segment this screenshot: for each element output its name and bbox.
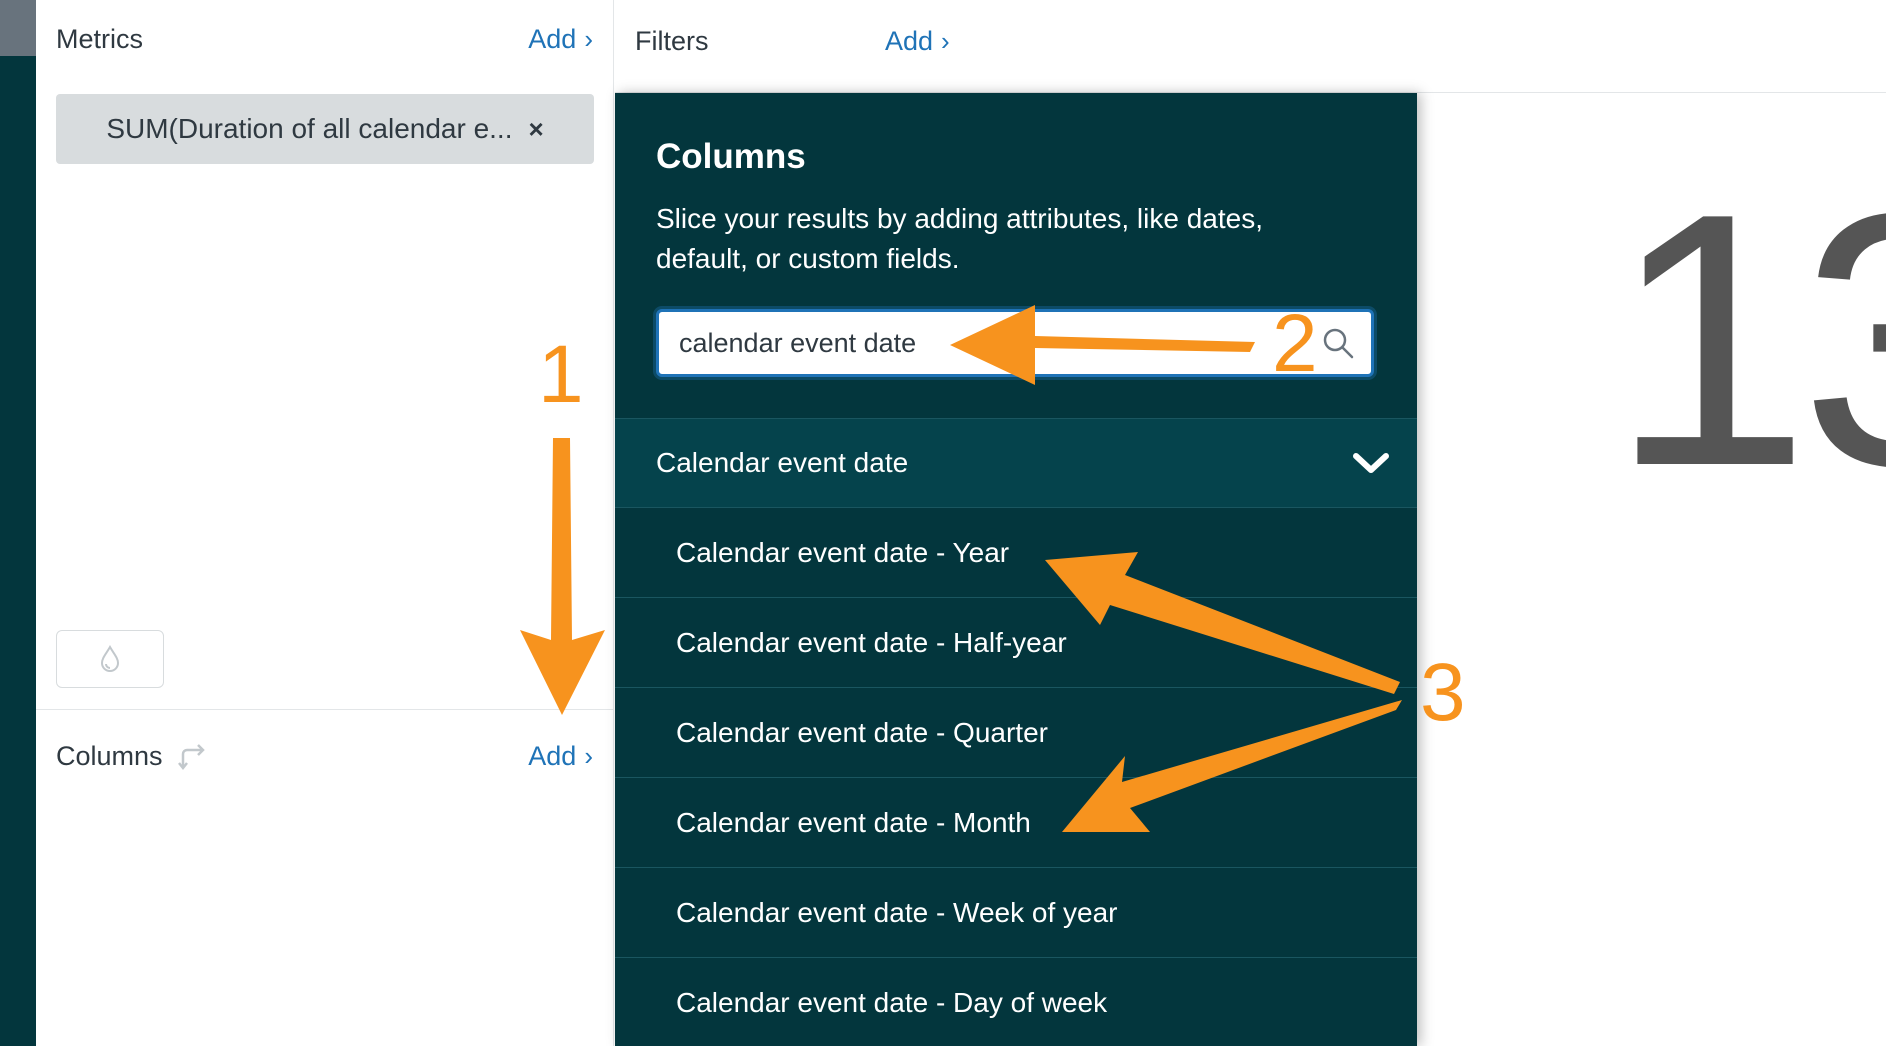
nav-rail-top-block <box>0 0 36 56</box>
metrics-header: Metrics Add › <box>56 24 593 55</box>
swap-axes-icon[interactable] <box>177 740 209 772</box>
filters-add-link[interactable]: Add › <box>885 26 950 57</box>
filters-add-label: Add <box>885 26 934 56</box>
metric-pill[interactable]: SUM(Duration of all calendar e... × <box>56 94 594 164</box>
popover-title: Columns <box>656 137 806 176</box>
droplet-icon <box>100 645 120 672</box>
attribute-option-week-of-year[interactable]: Calendar event date - Week of year <box>615 868 1417 958</box>
attribute-option-list: Calendar event date - Year Calendar even… <box>615 508 1417 1046</box>
columns-add-link[interactable]: Add › <box>528 741 593 772</box>
metrics-add-label: Add <box>528 24 577 54</box>
result-value: 13 <box>1610 160 1886 520</box>
annotation-step-2: 2 <box>1272 298 1318 389</box>
columns-popover: Columns Slice your results by adding att… <box>615 93 1417 1046</box>
attribute-group-label: Calendar event date <box>656 447 909 478</box>
annotation-step-1: 1 <box>538 329 584 420</box>
chevron-down-icon <box>1353 453 1389 473</box>
columns-title-wrap: Columns <box>56 740 209 772</box>
columns-header: Columns Add › <box>56 740 593 772</box>
attribute-option-half-year[interactable]: Calendar event date - Half-year <box>615 598 1417 688</box>
columns-title: Columns <box>56 740 163 771</box>
visualization-color-button[interactable] <box>56 630 164 688</box>
annotation-step-3: 3 <box>1420 647 1466 738</box>
query-builder-panel: Metrics Add › SUM(Duration of all calend… <box>36 0 614 1046</box>
left-nav-rail <box>0 0 36 1046</box>
attribute-search-input[interactable] <box>679 327 1321 359</box>
filters-title: Filters <box>635 26 709 56</box>
close-icon[interactable]: × <box>529 114 544 145</box>
attribute-group-calendar-event-date[interactable]: Calendar event date <box>615 418 1417 508</box>
chevron-right-icon: › <box>584 24 593 54</box>
columns-add-label: Add <box>528 740 577 771</box>
search-icon[interactable] <box>1321 326 1355 360</box>
filters-bar: Filters Add › <box>615 0 1886 93</box>
attribute-option-month[interactable]: Calendar event date - Month <box>615 778 1417 868</box>
chevron-right-icon: › <box>941 26 950 56</box>
attribute-option-day-of-week[interactable]: Calendar event date - Day of week <box>615 958 1417 1046</box>
section-divider <box>36 709 614 710</box>
metrics-title: Metrics <box>56 24 143 54</box>
attribute-option-year[interactable]: Calendar event date - Year <box>615 508 1417 598</box>
chevron-right-icon: › <box>584 740 593 771</box>
metric-pill-label: SUM(Duration of all calendar e... <box>106 113 513 144</box>
attribute-option-quarter[interactable]: Calendar event date - Quarter <box>615 688 1417 778</box>
attribute-search-box[interactable] <box>656 309 1374 377</box>
metrics-add-link[interactable]: Add › <box>528 24 593 55</box>
popover-description: Slice your results by adding attributes,… <box>656 203 1263 274</box>
